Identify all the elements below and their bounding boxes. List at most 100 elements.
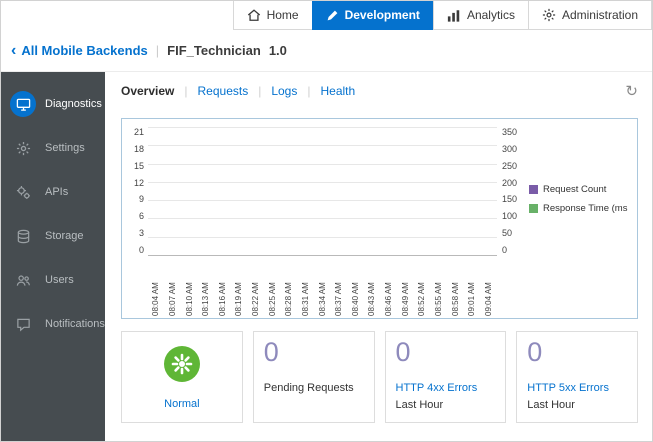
pending-requests-label: Pending Requests <box>263 382 354 394</box>
grid-line <box>148 255 497 256</box>
tab-logs[interactable]: Logs <box>248 84 297 98</box>
settings-gear-icon <box>10 135 36 161</box>
apis-icon <box>10 179 36 205</box>
back-link-all-mobile-backends[interactable]: ‹ All Mobile Backends <box>11 42 148 59</box>
x-axis-label: 08:22 AM <box>251 282 261 316</box>
sidebar-item-apis[interactable]: APIs <box>1 170 105 214</box>
status-link[interactable]: Normal <box>164 398 199 410</box>
y-axis-tick-right: 200 <box>502 177 518 188</box>
nav-tab-analytics[interactable]: Analytics <box>432 1 529 30</box>
y-axis-tick-left: 0 <box>138 244 144 255</box>
nav-tab-label: Analytics <box>466 8 515 22</box>
y-axis-tick-left: 21 <box>133 127 144 137</box>
nav-tab-administration[interactable]: Administration <box>527 1 652 30</box>
notifications-icon <box>10 311 36 337</box>
users-icon <box>10 267 36 293</box>
sidebar-item-label: Storage <box>45 230 84 242</box>
x-axis-label: 08:13 AM <box>201 282 211 316</box>
chart-category <box>447 127 464 255</box>
storage-icon <box>10 223 36 249</box>
http-5xx-card: 0 HTTP 5xx Errors Last Hour <box>516 331 638 423</box>
y-axis-tick-right: 100 <box>502 211 518 222</box>
y-axis-right: 350 300 250 200 150 100 50 0 <box>497 127 523 255</box>
tab-overview[interactable]: Overview <box>121 84 174 98</box>
status-card: Normal <box>121 331 243 423</box>
http-4xx-card: 0 HTTP 4xx Errors Last Hour <box>384 331 507 423</box>
chart-category <box>281 127 298 255</box>
y-axis-tick-right: 150 <box>502 194 518 205</box>
sidebar-item-label: APIs <box>45 186 69 198</box>
chart-category <box>481 127 498 255</box>
chart-category <box>414 127 431 255</box>
chart-plot-area <box>148 127 498 256</box>
sidebar-item-storage[interactable]: Storage <box>1 214 105 258</box>
http-5xx-link[interactable]: HTTP 5xx Errors <box>527 382 627 394</box>
sidebar-item-label: Users <box>45 274 74 286</box>
x-axis-label: 09:01 AM <box>467 282 477 316</box>
refresh-icon[interactable]: ↻ <box>625 84 638 99</box>
content-tabs: Overview Requests Logs Health ↻ <box>121 84 638 106</box>
sidebar-item-label: Settings <box>45 142 85 154</box>
x-axis-label: 08:52 AM <box>417 282 427 316</box>
main-area: Diagnostics Settings APIs Storage Users … <box>1 72 652 441</box>
status-normal-icon <box>163 346 200 382</box>
diagnostics-icon <box>10 91 36 117</box>
y-axis-tick-left: 12 <box>133 177 144 188</box>
x-axis-label: 08:55 AM <box>433 282 443 316</box>
x-axis-label: 08:19 AM <box>234 282 244 316</box>
http-4xx-link[interactable]: HTTP 4xx Errors <box>396 382 496 394</box>
http-4xx-caption: HTTP 4xx Errors Last Hour <box>396 382 496 416</box>
nav-tab-label: Administration <box>561 8 638 22</box>
nav-tab-development[interactable]: Development <box>311 1 434 30</box>
top-navigation: Home Development Analytics Administratio… <box>1 1 652 30</box>
pending-requests-value: 0 <box>263 337 279 367</box>
breadcrumb: ‹ All Mobile Backends FIF_Technician 1.0 <box>1 30 652 72</box>
chart-category <box>348 127 365 255</box>
nav-tab-label: Development <box>344 8 420 22</box>
backend-version: 1.0 <box>268 43 287 58</box>
y-axis-tick-left: 18 <box>133 143 144 154</box>
chart-category <box>198 127 215 255</box>
tab-requests[interactable]: Requests <box>174 84 249 98</box>
y-axis-left: 21 18 15 12 9 6 3 0 <box>128 127 148 255</box>
x-axis-label: 09:04 AM <box>483 282 493 316</box>
chart-category <box>298 127 315 255</box>
nav-tab-home[interactable]: Home <box>232 1 313 30</box>
http-5xx-value: 0 <box>527 337 543 367</box>
x-axis-label: 08:10 AM <box>184 282 194 316</box>
chart-category <box>331 127 348 255</box>
x-axis-label: 08:25 AM <box>267 282 277 316</box>
sidebar-item-notifications[interactable]: Notifications <box>1 302 105 346</box>
legend-label: Response Time (ms <box>543 202 628 214</box>
sidebar-item-label: Notifications <box>45 318 105 330</box>
y-axis-tick-right: 250 <box>502 160 518 171</box>
x-axis-label: 08:58 AM <box>450 282 460 316</box>
chart-category <box>464 127 481 255</box>
chart-category <box>231 127 248 255</box>
y-axis-tick-left: 6 <box>138 211 144 222</box>
x-axis-label: 08:16 AM <box>217 282 227 316</box>
legend-item: Response Time (ms <box>529 203 633 214</box>
chart-center: 08:04 AM 08:07 AM 08:10 AM 08:13 AM 08:16 AM… <box>148 127 497 316</box>
x-axis-label: 08:31 AM <box>300 282 310 316</box>
sidebar-item-settings[interactable]: Settings <box>1 126 105 170</box>
tab-health[interactable]: Health <box>297 84 355 98</box>
content-area: Overview Requests Logs Health ↻ 21 18 15 12… <box>105 72 652 441</box>
x-axis-label: 08:40 AM <box>350 282 360 316</box>
chart-category <box>215 127 232 255</box>
sidebar-item-users[interactable]: Users <box>1 258 105 302</box>
back-link-label: All Mobile Backends <box>21 43 148 58</box>
y-axis-tick-left: 3 <box>138 228 144 239</box>
y-axis-tick-right: 350 <box>502 127 518 137</box>
chart-category <box>397 127 414 255</box>
chart-category <box>181 127 198 255</box>
x-axis-label: 08:37 AM <box>334 282 344 316</box>
bar-chart-icon <box>447 9 461 22</box>
x-axis-label: 08:34 AM <box>317 282 327 316</box>
sidebar-item-diagnostics[interactable]: Diagnostics <box>1 82 105 126</box>
breadcrumb-separator <box>156 43 159 58</box>
x-axis-label: 08:46 AM <box>384 282 394 316</box>
legend-label: Request Count <box>543 183 607 195</box>
x-axis-label: 08:28 AM <box>284 282 294 316</box>
backend-title: FIF_Technician <box>167 43 261 58</box>
